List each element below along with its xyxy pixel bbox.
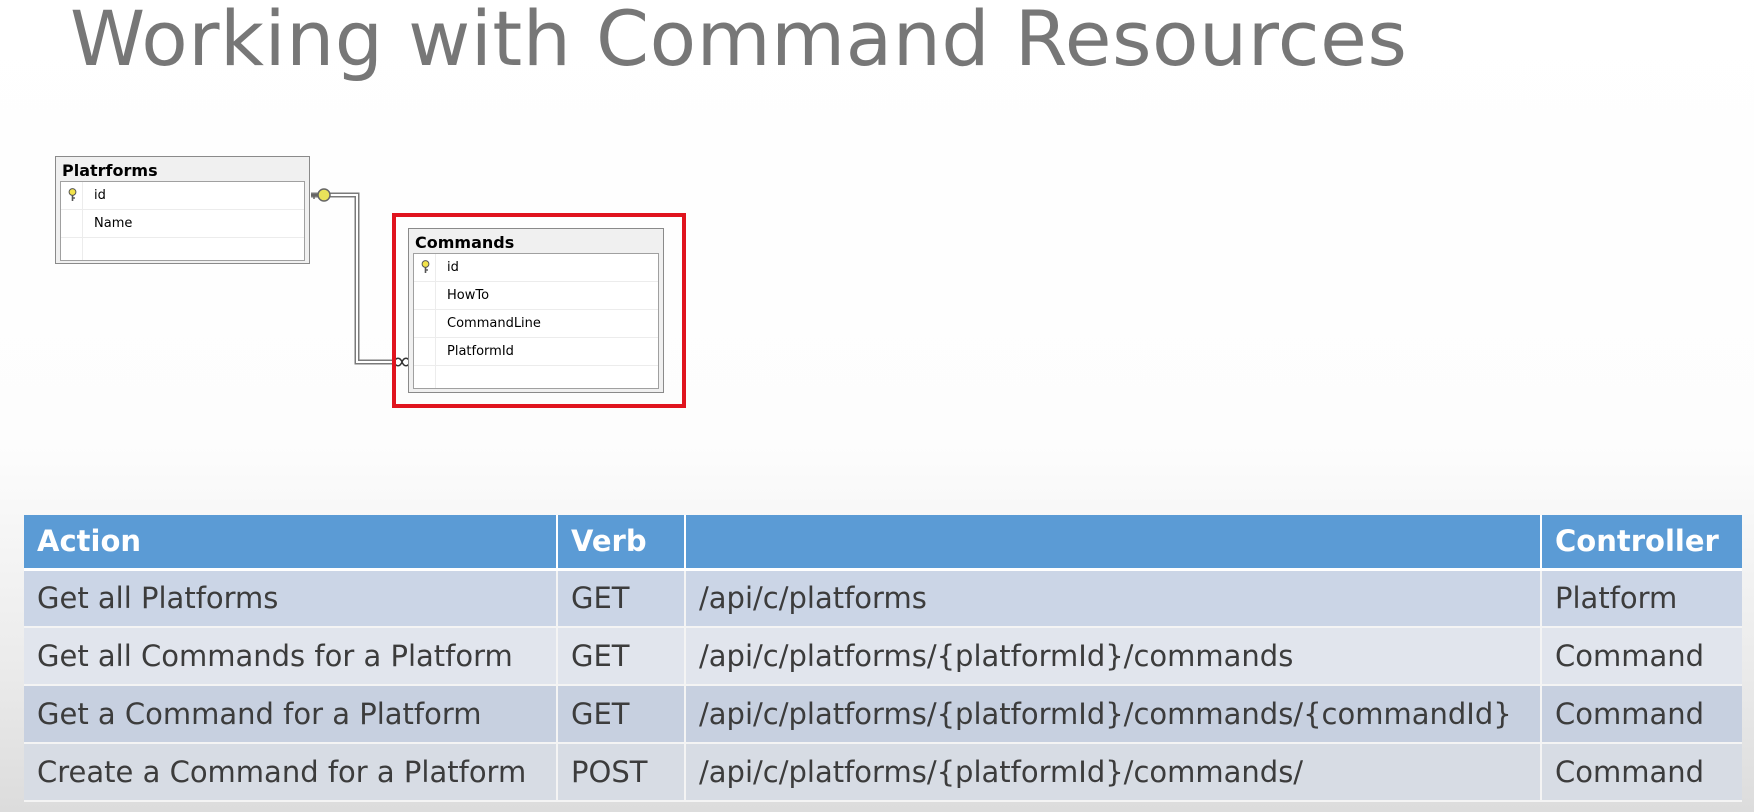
column-name: CommandLine <box>447 316 541 331</box>
table-row: Get all Platforms GET /api/c/platforms P… <box>24 569 1742 628</box>
cell-controller: Command <box>1541 685 1742 744</box>
column-row: PlatformId <box>414 338 658 366</box>
primary-key-icon <box>68 188 77 201</box>
cell-uri: /api/c/platforms/{platformId}/commands <box>685 627 1542 686</box>
empty-row <box>61 238 304 260</box>
cell-verb: POST <box>557 743 686 802</box>
table-header-row: Action Verb Controller <box>24 515 1742 571</box>
cell-verb: GET <box>557 685 686 744</box>
header-verb: Verb <box>557 515 686 571</box>
entity-title: Platrforms <box>62 161 158 180</box>
cell-action: Create a Command for a Platform <box>24 743 558 802</box>
platforms-entity[interactable]: Platrforms id Name <box>55 156 310 264</box>
primary-key-icon <box>421 260 430 273</box>
table-row: Get a Command for a Platform GET /api/c/… <box>24 685 1742 744</box>
empty-row <box>414 366 658 388</box>
cell-verb: GET <box>557 627 686 686</box>
cell-action: Get all Platforms <box>24 569 558 628</box>
header-uri <box>685 515 1542 571</box>
column-name: id <box>94 188 106 203</box>
cell-action: Get all Commands for a Platform <box>24 627 558 686</box>
header-action: Action <box>24 515 558 571</box>
cell-verb: GET <box>557 569 686 628</box>
column-row: HowTo <box>414 282 658 310</box>
header-controller: Controller <box>1541 515 1742 571</box>
table-row: Get all Commands for a Platform GET /api… <box>24 627 1742 686</box>
cell-controller: Command <box>1541 743 1742 802</box>
key-icon <box>311 188 331 202</box>
column-name: HowTo <box>447 288 490 303</box>
cell-uri: /api/c/platforms/{platformId}/commands/ <box>685 743 1542 802</box>
cell-uri: /api/c/platforms <box>685 569 1542 628</box>
table-row: Create a Command for a Platform POST /ap… <box>24 743 1742 802</box>
column-row: CommandLine <box>414 310 658 338</box>
cell-controller: Platform <box>1541 569 1742 628</box>
cell-controller: Command <box>1541 627 1742 686</box>
column-name: PlatformId <box>447 344 514 359</box>
column-name: Name <box>94 216 133 231</box>
column-row: id <box>414 254 658 282</box>
entity-title: Commands <box>415 233 515 252</box>
column-name: id <box>447 260 459 275</box>
commands-entity[interactable]: Commands id HowTo CommandLine PlatformId <box>408 228 664 393</box>
cell-uri: /api/c/platforms/{platformId}/commands/{… <box>685 685 1542 744</box>
column-row: Name <box>61 210 304 238</box>
cell-action: Get a Command for a Platform <box>24 685 558 744</box>
column-row: id <box>61 182 304 210</box>
routes-table: Action Verb Controller Get all Platforms… <box>24 515 1742 802</box>
